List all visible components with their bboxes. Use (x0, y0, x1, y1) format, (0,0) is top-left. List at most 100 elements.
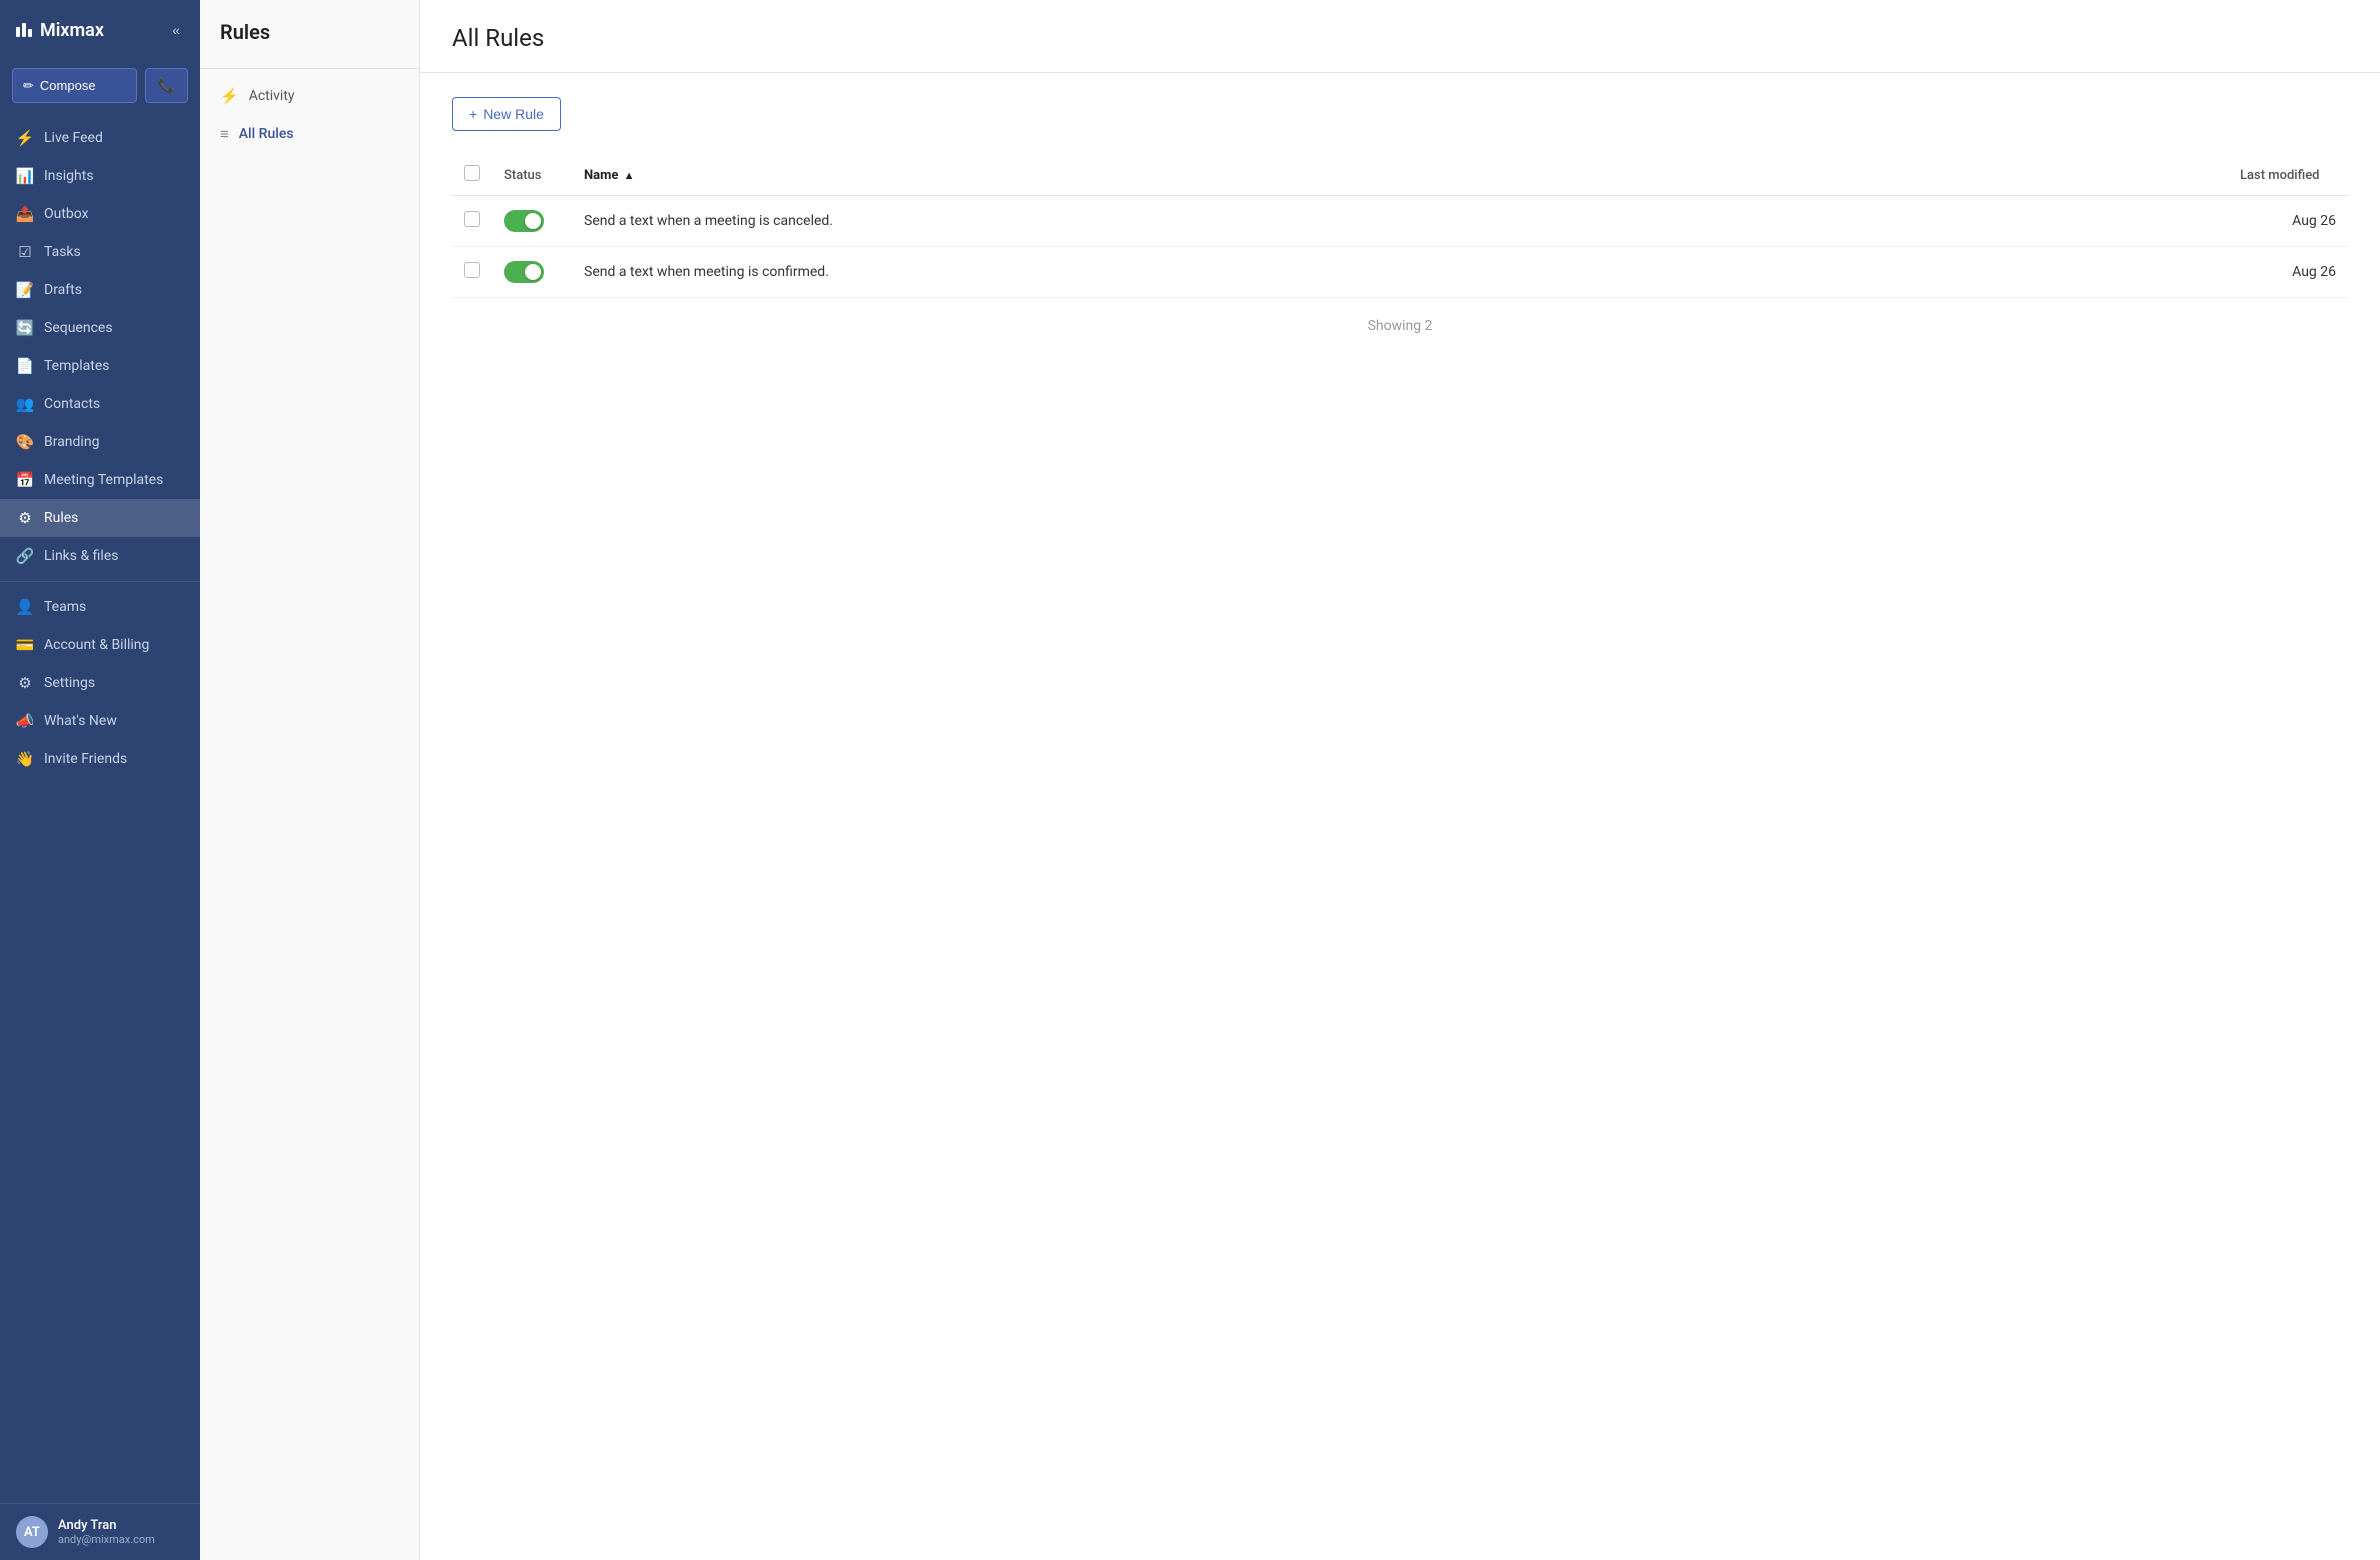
compose-area: ✏ Compose 📞 (0, 60, 200, 115)
subnav-item-all-rules[interactable]: ≡ All Rules (200, 115, 419, 153)
status-cell-2 (492, 247, 572, 298)
drafts-icon: 📝 (16, 281, 34, 299)
sidebar-item-outbox[interactable]: 📤 Outbox (0, 195, 200, 233)
showing-label: Showing 2 (452, 298, 2348, 354)
sidebar-item-contacts[interactable]: 👥 Contacts (0, 385, 200, 423)
subnav-divider (200, 68, 419, 69)
sidebar-item-account-billing[interactable]: 💳 Account & Billing (0, 626, 200, 664)
plus-icon: + (469, 106, 477, 122)
sidebar-item-label-drafts: Drafts (44, 282, 82, 298)
sidebar-item-label-account-billing: Account & Billing (44, 637, 149, 653)
sidebar-item-links-files[interactable]: 🔗Links & files (0, 537, 200, 575)
phone-button[interactable]: 📞 (145, 68, 188, 103)
main-content: All Rules + New Rule Status Name ▲ (420, 0, 2380, 1560)
status-column-header: Status (492, 155, 572, 196)
sidebar-item-invite-friends[interactable]: 👋 Invite Friends (0, 740, 200, 778)
subnav: Rules ⚡ Activity ≡ All Rules (200, 0, 420, 1560)
subnav-item-activity[interactable]: ⚡ Activity (200, 77, 419, 115)
select-all-header (452, 155, 492, 196)
whats-new-icon: 📣 (16, 712, 34, 730)
rules-icon: ⚙ (16, 509, 34, 527)
branding-icon: 🎨 (16, 433, 34, 451)
compose-button[interactable]: ✏ Compose (12, 68, 137, 103)
status-toggle-2[interactable] (504, 261, 544, 283)
sidebar-item-label-outbox: Outbox (44, 206, 89, 222)
live-feed-icon: ⚡ (16, 129, 34, 147)
table-row: Send a text when a meeting is canceled.A… (452, 196, 2348, 247)
row-checkbox-1[interactable] (464, 211, 480, 227)
user-name: Andy Tran (58, 1518, 155, 1533)
sidebar-item-label-teams: Teams (44, 599, 86, 615)
settings-icon: ⚙ (16, 674, 34, 692)
select-all-checkbox[interactable] (464, 165, 480, 181)
sidebar: Mixmax « ✏ Compose 📞 ⚡ Live Feed 📊 Insights… (0, 0, 200, 1560)
sidebar-item-label-contacts: Contacts (44, 396, 100, 412)
sidebar-footer: AT Andy Tran andy@mixmax.com (0, 1503, 200, 1560)
subnav-item-all-rules-label: All Rules (239, 126, 294, 142)
main-header: All Rules (420, 0, 2380, 73)
sidebar-item-meeting-templates[interactable]: 📅 Meeting Templates (0, 461, 200, 499)
status-cell-1 (492, 196, 572, 247)
teams-icon: 👤 (16, 598, 34, 616)
sidebar-item-label-branding: Branding (44, 434, 99, 450)
page-title: All Rules (452, 24, 2348, 52)
sidebar-item-sequences[interactable]: 🔄Sequences (0, 309, 200, 347)
sidebar-item-label-links-files: Links & files (44, 548, 118, 564)
sidebar-item-label-whats-new: What's New (44, 713, 117, 729)
sidebar-item-label-invite-friends: Invite Friends (44, 751, 127, 767)
subnav-title: Rules (200, 20, 419, 60)
phone-icon: 📞 (158, 77, 175, 93)
sidebar-divider (0, 581, 200, 582)
main-body: + New Rule Status Name ▲ Last (420, 73, 2380, 1560)
sidebar-item-drafts[interactable]: 📝 Drafts (0, 271, 200, 309)
last-modified-column-header: Last modified (2228, 155, 2348, 196)
logo-icon (16, 23, 32, 37)
subnav-item-activity-label: Activity (249, 88, 295, 104)
last-modified-1: Aug 26 (2228, 196, 2348, 247)
sidebar-item-teams[interactable]: 👤 Teams (0, 588, 200, 626)
sidebar-item-label-live-feed: Live Feed (44, 130, 103, 146)
compose-icon: ✏ (23, 78, 34, 94)
rules-table: Status Name ▲ Last modified Send a text … (452, 155, 2348, 298)
sidebar-item-insights[interactable]: 📊 Insights (0, 157, 200, 195)
sidebar-item-templates[interactable]: 📄 Templates (0, 347, 200, 385)
avatar: AT (16, 1516, 48, 1548)
activity-icon: ⚡ (220, 87, 239, 105)
sort-icon: ▲ (624, 169, 635, 182)
sidebar-item-rules[interactable]: ⚙ Rules (0, 499, 200, 537)
sidebar-header: Mixmax « (0, 0, 200, 60)
sidebar-nav: ⚡ Live Feed 📊 Insights 📤 Outbox ☑ Tasks 📝 Drafts 🔄… (0, 115, 200, 1503)
sidebar-item-label-rules: Rules (44, 510, 78, 526)
sidebar-item-label-settings: Settings (44, 675, 95, 691)
invite-friends-icon: 👋 (16, 750, 34, 768)
all-rules-icon: ≡ (220, 125, 229, 143)
last-modified-2: Aug 26 (2228, 247, 2348, 298)
sequences-icon: 🔄 (16, 319, 34, 337)
meeting-templates-icon: 📅 (16, 471, 34, 489)
outbox-icon: 📤 (16, 205, 34, 223)
sidebar-item-label-meeting-templates: Meeting Templates (44, 472, 163, 488)
insights-icon: 📊 (16, 167, 34, 185)
name-column-header[interactable]: Name ▲ (572, 155, 2228, 196)
contacts-icon: 👥 (16, 395, 34, 413)
rule-name-1: Send a text when a meeting is canceled. (572, 196, 2228, 247)
table-row: Send a text when meeting is confirmed.Au… (452, 247, 2348, 298)
new-rule-label: New Rule (483, 106, 544, 122)
sidebar-item-label-templates: Templates (44, 358, 110, 374)
account-billing-icon: 💳 (16, 636, 34, 654)
new-rule-button[interactable]: + New Rule (452, 97, 561, 131)
rule-name-2: Send a text when meeting is confirmed. (572, 247, 2228, 298)
sidebar-item-branding[interactable]: 🎨 Branding (0, 423, 200, 461)
sidebar-item-live-feed[interactable]: ⚡ Live Feed (0, 119, 200, 157)
app-logo: Mixmax (16, 20, 104, 41)
sidebar-item-label-insights: Insights (44, 168, 94, 184)
sidebar-item-whats-new[interactable]: 📣 What's New (0, 702, 200, 740)
sidebar-collapse-button[interactable]: « (168, 18, 184, 42)
sidebar-item-tasks[interactable]: ☑ Tasks (0, 233, 200, 271)
sidebar-item-settings[interactable]: ⚙ Settings (0, 664, 200, 702)
tasks-icon: ☑ (16, 243, 34, 261)
sidebar-item-label-tasks: Tasks (44, 244, 81, 260)
templates-icon: 📄 (16, 357, 34, 375)
row-checkbox-2[interactable] (464, 262, 480, 278)
status-toggle-1[interactable] (504, 210, 544, 232)
